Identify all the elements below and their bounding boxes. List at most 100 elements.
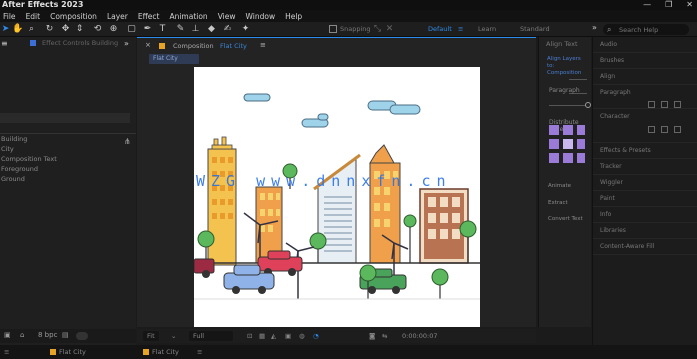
rotation-tool-icon[interactable]: ⟲ [92,24,103,35]
project-search-input[interactable] [0,113,130,123]
panel-row-effects-presets[interactable]: Effects & Presets [593,143,697,159]
timeline-menu-icon[interactable]: ≡ [197,347,202,357]
panel-row-paint[interactable]: Paint [593,191,697,207]
panel-row-brushes[interactable]: Brushes [593,53,697,69]
effect-controls-tab[interactable]: Effect Controls Building [18,39,123,48]
panel-row-paragraph[interactable]: Paragraph [593,85,697,109]
menu-window[interactable]: Window [246,12,276,21]
panel-row-align[interactable]: Align [593,69,697,85]
distribute-center-icon[interactable] [661,126,668,133]
menu-composition[interactable]: Composition [50,12,97,21]
maximize-button[interactable]: ❐ [665,0,672,10]
selection-tool-icon[interactable]: ➤ [0,24,11,35]
anchor-point-tool-icon[interactable]: ⊕ [108,24,119,35]
close-button[interactable]: ✕ [686,0,693,10]
zoom-tool-icon[interactable]: ⌕ [26,24,37,35]
interpret-footage-icon[interactable]: ▣ [4,331,11,339]
snap-icon[interactable]: ⤡ [372,24,383,35]
panel-menu-icon[interactable]: ≡ [1,39,8,48]
panel-more-icon[interactable]: » [124,39,129,48]
pan-behind-tool-icon[interactable]: ✥ [60,24,71,35]
align-grid-icon[interactable] [549,125,589,165]
timeline-tab[interactable]: Flat City [50,347,86,357]
timeline-tab[interactable]: Flat City [143,347,179,357]
panel-row-info[interactable]: Info [593,207,697,223]
align-to-label[interactable]: Align Layers to: Composition [547,56,587,77]
workspace-menu-icon[interactable]: ≡ [458,25,463,33]
tools-panel: ➤ ✋ ⌕ ↻ ✥ ⇕ ⟲ ⊕ ▢ ✒ T ✎ ⊥ ◆ ✍ ✦ Snapping… [0,22,697,37]
search-help-field[interactable]: ⌕ Search Help [603,24,689,35]
pen-tool-icon[interactable]: ✒ [142,24,153,35]
panel-row-tracker[interactable]: Tracker [593,159,697,175]
menu-help[interactable]: Help [285,12,302,21]
close-tab-icon[interactable]: × [145,41,151,49]
panel-row-character[interactable]: Character [593,109,697,143]
bit-depth-label[interactable]: 8 bpc [38,331,57,339]
region-of-interest-icon[interactable]: ⊡ [247,331,252,341]
align-right-icon[interactable] [674,101,681,108]
panel-row-content-aware-fill[interactable]: Content-Aware Fill [593,239,697,255]
list-item[interactable]: Composition Text [0,154,136,164]
clone-stamp-tool-icon[interactable]: ⊥ [190,24,201,35]
extract-section[interactable]: Extract [548,200,568,206]
panel-row-audio[interactable]: Audio [593,37,697,53]
resolution-dropdown[interactable]: Full [189,331,233,341]
minimize-button[interactable]: — [643,0,651,10]
mask-visibility-icon[interactable]: ◭ [271,331,276,341]
panel-label: Libraries [600,227,626,234]
comp-navigator-chip[interactable]: Flat City [149,54,199,64]
list-item[interactable]: Building [0,134,136,144]
eraser-tool-icon[interactable]: ◆ [206,24,217,35]
list-item[interactable]: Ground [0,174,136,184]
menu-file[interactable]: File [3,12,16,21]
workspace-default[interactable]: Default [428,25,452,33]
dolly-tool-icon[interactable]: ⇕ [74,24,85,35]
current-timecode[interactable]: 0:00:00:07 [402,331,438,341]
snapshot-icon[interactable]: ◙ [369,331,375,341]
snapping-checkbox[interactable] [329,25,337,33]
composition-menu-icon[interactable]: ≡ [260,41,266,49]
exposure-icon[interactable]: ◔ [313,331,319,341]
type-tool-icon[interactable]: T [157,24,168,35]
distribute-top-icon[interactable] [648,126,655,133]
animate-section[interactable]: Animate [548,183,571,189]
slider-track [549,105,587,106]
transparency-grid-icon[interactable]: ▦ [259,331,265,341]
snap-options-icon[interactable]: ✕ [384,24,395,35]
workspace-more-icon[interactable]: » [592,23,597,32]
puppet-tool-icon[interactable]: ✦ [240,24,251,35]
flowchart-icon[interactable]: ⋔ [124,137,131,146]
menu-view[interactable]: View [218,12,236,21]
shape-tool-icon[interactable]: ▢ [126,24,137,35]
slider-knob[interactable] [585,102,591,108]
grid-guides-icon[interactable]: ▣ [285,331,291,341]
menu-animation[interactable]: Animation [169,12,207,21]
list-item[interactable]: City [0,144,136,154]
list-item[interactable]: Foreground [0,164,136,174]
panel-row-libraries[interactable]: Libraries [593,223,697,239]
menu-edit[interactable]: Edit [26,12,41,21]
channels-icon[interactable]: ◍ [299,331,305,341]
roto-brush-tool-icon[interactable]: ✍ [222,24,233,35]
menu-effect[interactable]: Effect [138,12,160,21]
render-queue-icon[interactable]: ≡ [4,347,9,357]
zoom-dropdown[interactable]: Fit [143,331,159,341]
zoom-dropdown-arrow-icon[interactable]: ⌄ [171,331,176,341]
align-center-icon[interactable] [661,101,668,108]
composition-viewer[interactable] [194,67,480,327]
panel-row-wiggler[interactable]: Wiggler [593,175,697,191]
show-snapshot-icon[interactable]: ⇆ [382,331,387,341]
delete-icon[interactable]: ▤ [62,331,69,339]
workspace-learn[interactable]: Learn [478,25,496,33]
workspace-standard[interactable]: Standard [520,25,550,33]
toggle-switch[interactable] [76,332,88,340]
orbit-tool-icon[interactable]: ↻ [44,24,55,35]
menu-layer[interactable]: Layer [107,12,128,21]
brush-tool-icon[interactable]: ✎ [175,24,186,35]
paragraph-label: Paragraph [549,87,580,94]
convert-text-section[interactable]: Convert Text [548,216,583,222]
hand-tool-icon[interactable]: ✋ [12,24,23,35]
distribute-bottom-icon[interactable] [674,126,681,133]
new-folder-icon[interactable]: ⌂ [20,331,24,339]
align-left-icon[interactable] [648,101,655,108]
